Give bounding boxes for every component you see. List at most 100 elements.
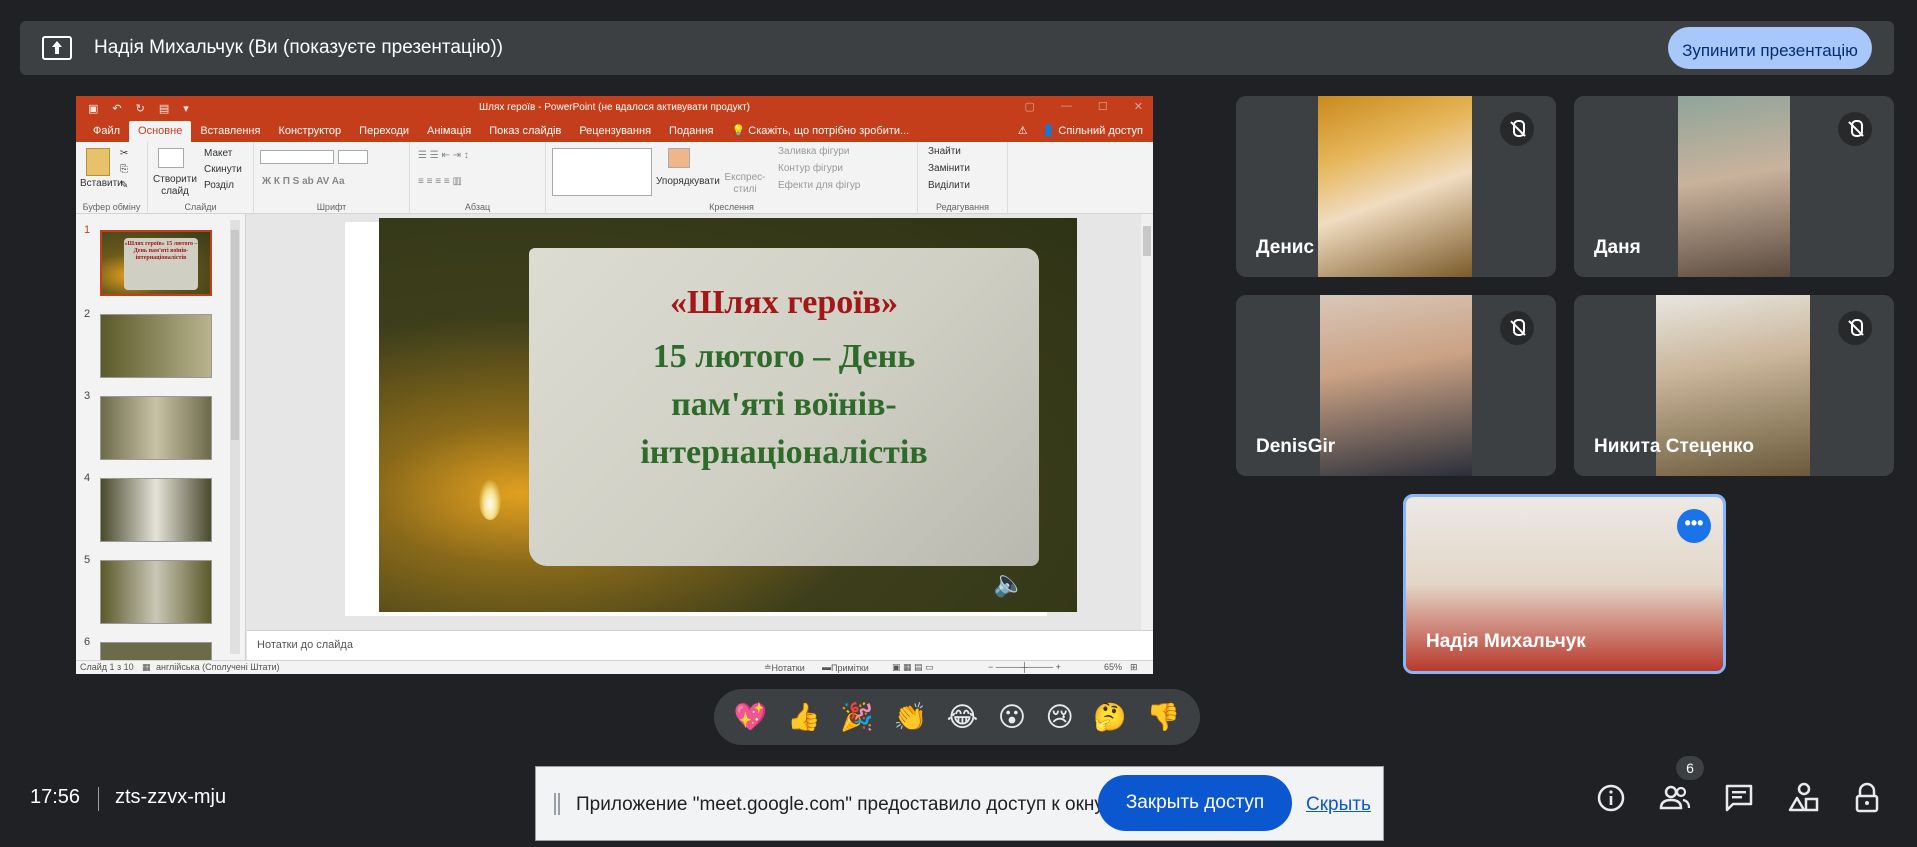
reaction-party-icon[interactable]: 🎉 <box>840 701 874 733</box>
ppt-title-bar: ▣ ↶ ↻ ▤ ▾ Шлях героїв - PowerPoint (не в… <box>76 96 1153 120</box>
slide-thumbnail[interactable] <box>100 396 212 460</box>
host-controls-icon[interactable] <box>1850 780 1886 816</box>
select-button[interactable]: Виділити <box>928 180 970 191</box>
participant-tile[interactable]: Даня <box>1574 96 1894 277</box>
zoom-level[interactable]: 65% <box>1104 662 1122 672</box>
tab-review[interactable]: Рецензування <box>570 125 660 142</box>
arrange-icon[interactable] <box>668 148 690 168</box>
close-icon[interactable]: ✕ <box>1134 100 1143 113</box>
shape-effects-button[interactable]: Ефекти для фігур <box>778 180 860 191</box>
zoom-slider[interactable]: − ────┼──── + <box>988 662 1061 672</box>
tab-slideshow[interactable]: Показ слайдів <box>480 125 570 142</box>
arrange-button[interactable]: Упорядкувати <box>656 176 720 187</box>
people-icon[interactable] <box>1657 780 1693 816</box>
slide-thumbnail[interactable] <box>100 642 212 662</box>
reaction-sad-icon[interactable]: 😢 <box>1046 702 1074 733</box>
new-slide-icon[interactable] <box>158 148 184 168</box>
section-button[interactable]: Розділ <box>204 180 234 191</box>
slide-thumbnail[interactable] <box>100 560 212 624</box>
slide-notes-pane[interactable]: Нотатки до слайда <box>247 630 1153 660</box>
share-button[interactable]: 👤 Спільний доступ <box>1042 124 1143 137</box>
canvas-scrollbar[interactable] <box>1141 214 1153 630</box>
find-button[interactable]: Знайти <box>928 146 961 157</box>
self-participant-tile[interactable]: Надія Михальчук ••• <box>1403 494 1726 674</box>
reaction-clap-icon[interactable]: 👏 <box>893 701 927 733</box>
speaker-icon[interactable]: 🔈 <box>993 568 1025 599</box>
paste-icon[interactable] <box>86 148 110 176</box>
tab-file[interactable]: Файл <box>84 125 129 142</box>
slide-thumbnail[interactable] <box>100 478 212 542</box>
reaction-thumbs-up-icon[interactable]: 👍 <box>787 701 821 733</box>
reaction-surprised-icon[interactable]: 😮 <box>998 702 1026 733</box>
mic-off-icon <box>1838 311 1872 345</box>
tab-insert[interactable]: Вставлення <box>191 125 269 142</box>
participant-tile[interactable]: Денис <box>1236 96 1556 277</box>
current-slide[interactable]: «Шлях героїв» 15 лютого – День пам'яті в… <box>379 218 1077 612</box>
participant-name: Никита Стеценко <box>1594 436 1754 457</box>
tell-me-search[interactable]: 💡 Скажіть, що потрібно зробити... <box>722 124 918 142</box>
ppt-ribbon-tabs: Файл Основне Вставлення Конструктор Пере… <box>76 120 1153 142</box>
reaction-thinking-icon[interactable]: 🤔 <box>1093 701 1127 733</box>
font-size-field[interactable] <box>338 150 368 164</box>
reaction-thumbs-down-icon[interactable]: 👎 <box>1147 701 1181 733</box>
tab-design[interactable]: Конструктор <box>269 125 350 142</box>
maximize-icon[interactable]: ☐ <box>1098 100 1108 113</box>
layout-button[interactable]: Макет <box>204 148 232 159</box>
cut-icon[interactable]: ✂ <box>120 148 128 159</box>
hide-banner-link[interactable]: Скрыть <box>1306 794 1371 816</box>
copy-icon[interactable]: ⎘ <box>120 164 128 175</box>
powerpoint-window: ▣ ↶ ↻ ▤ ▾ Шлях героїв - PowerPoint (не в… <box>76 96 1153 674</box>
replace-button[interactable]: Замінити <box>928 163 970 174</box>
divider <box>98 787 99 811</box>
more-options-icon[interactable]: ••• <box>1677 509 1711 543</box>
share-banner-text: Приложение "meet.google.com" предоставил… <box>576 794 1108 815</box>
list-buttons[interactable]: ☰ ☰ ⇤ ⇥ ↕ <box>418 150 469 161</box>
share-label: Спільний доступ <box>1058 125 1143 137</box>
format-painter-icon[interactable]: ✎ <box>120 180 128 191</box>
reaction-heart-icon[interactable]: 💖 <box>734 701 768 733</box>
warning-icon[interactable]: ⚠ <box>1018 124 1028 137</box>
spellcheck-icon[interactable]: ▦ <box>142 662 151 673</box>
comments-toggle[interactable]: ▬ Примітки <box>822 662 869 673</box>
quick-styles-button[interactable]: Експрес-стилі <box>722 172 768 196</box>
slide-subtitle-line: пам'яті воїнів- <box>671 386 897 423</box>
ribbon-display-icon[interactable]: ▢ <box>1025 100 1035 113</box>
thumb-number: 2 <box>84 308 91 320</box>
shape-fill-button[interactable]: Заливка фігури <box>778 146 849 157</box>
info-icon[interactable] <box>1593 780 1629 816</box>
activities-icon[interactable] <box>1786 780 1822 816</box>
font-format-buttons[interactable]: Ж К П S ab AV Aa <box>262 176 345 187</box>
align-buttons[interactable]: ≡ ≡ ≡ ≡ ▥ <box>418 176 462 187</box>
language-status[interactable]: англійська (Сполучені Штати) <box>156 662 280 672</box>
paste-button[interactable]: Вставити <box>80 178 123 189</box>
shapes-gallery[interactable] <box>552 148 652 196</box>
new-slide-button[interactable]: Створити слайд <box>152 174 198 198</box>
fit-to-window-icon[interactable]: ⊞ <box>1130 662 1138 673</box>
ppt-status-bar: Слайд 1 з 10 ▦ англійська (Сполучені Шта… <box>76 660 1153 674</box>
tab-transitions[interactable]: Переходи <box>350 125 418 142</box>
reaction-laugh-icon[interactable]: 😂 <box>947 702 979 733</box>
chat-icon[interactable] <box>1721 780 1757 816</box>
stop-sharing-button[interactable]: Закрыть доступ <box>1098 775 1292 831</box>
minimize-icon[interactable]: — <box>1061 100 1072 113</box>
slide-subtitle-line: 15 лютого – День <box>652 338 916 375</box>
editing-group: Знайти Замінити Виділити Редагування <box>918 142 1008 214</box>
drag-handle-icon[interactable] <box>554 793 560 815</box>
tab-home[interactable]: Основне <box>129 121 192 142</box>
shape-outline-button[interactable]: Контур фігури <box>778 163 843 174</box>
slide-thumbnail[interactable]: «Шлях героїв» 15 лютого – День пам'яті в… <box>100 230 212 296</box>
participant-tile[interactable]: Никита Стеценко <box>1574 295 1894 476</box>
clipboard-label: Буфер обміну <box>82 202 141 212</box>
notes-toggle[interactable]: ≐ Нотатки <box>764 662 805 673</box>
stop-presenting-button[interactable]: Зупинити презентацію <box>1668 27 1872 69</box>
tab-view[interactable]: Подання <box>660 125 722 142</box>
font-name-field[interactable] <box>260 150 334 164</box>
tab-animations[interactable]: Анімація <box>418 125 480 142</box>
slide-thumbnail[interactable] <box>100 314 212 378</box>
view-buttons[interactable]: ▣ ▦ ▤ ▭ <box>892 662 934 673</box>
thumbnails-scrollbar[interactable] <box>230 220 240 654</box>
reset-button[interactable]: Скинути <box>204 164 242 175</box>
paragraph-group: ☰ ☰ ⇤ ⇥ ↕ ≡ ≡ ≡ ≡ ▥ Абзац <box>410 142 546 214</box>
slide-counter: Слайд 1 з 10 <box>80 662 134 672</box>
participant-tile[interactable]: DenisGir <box>1236 295 1556 476</box>
